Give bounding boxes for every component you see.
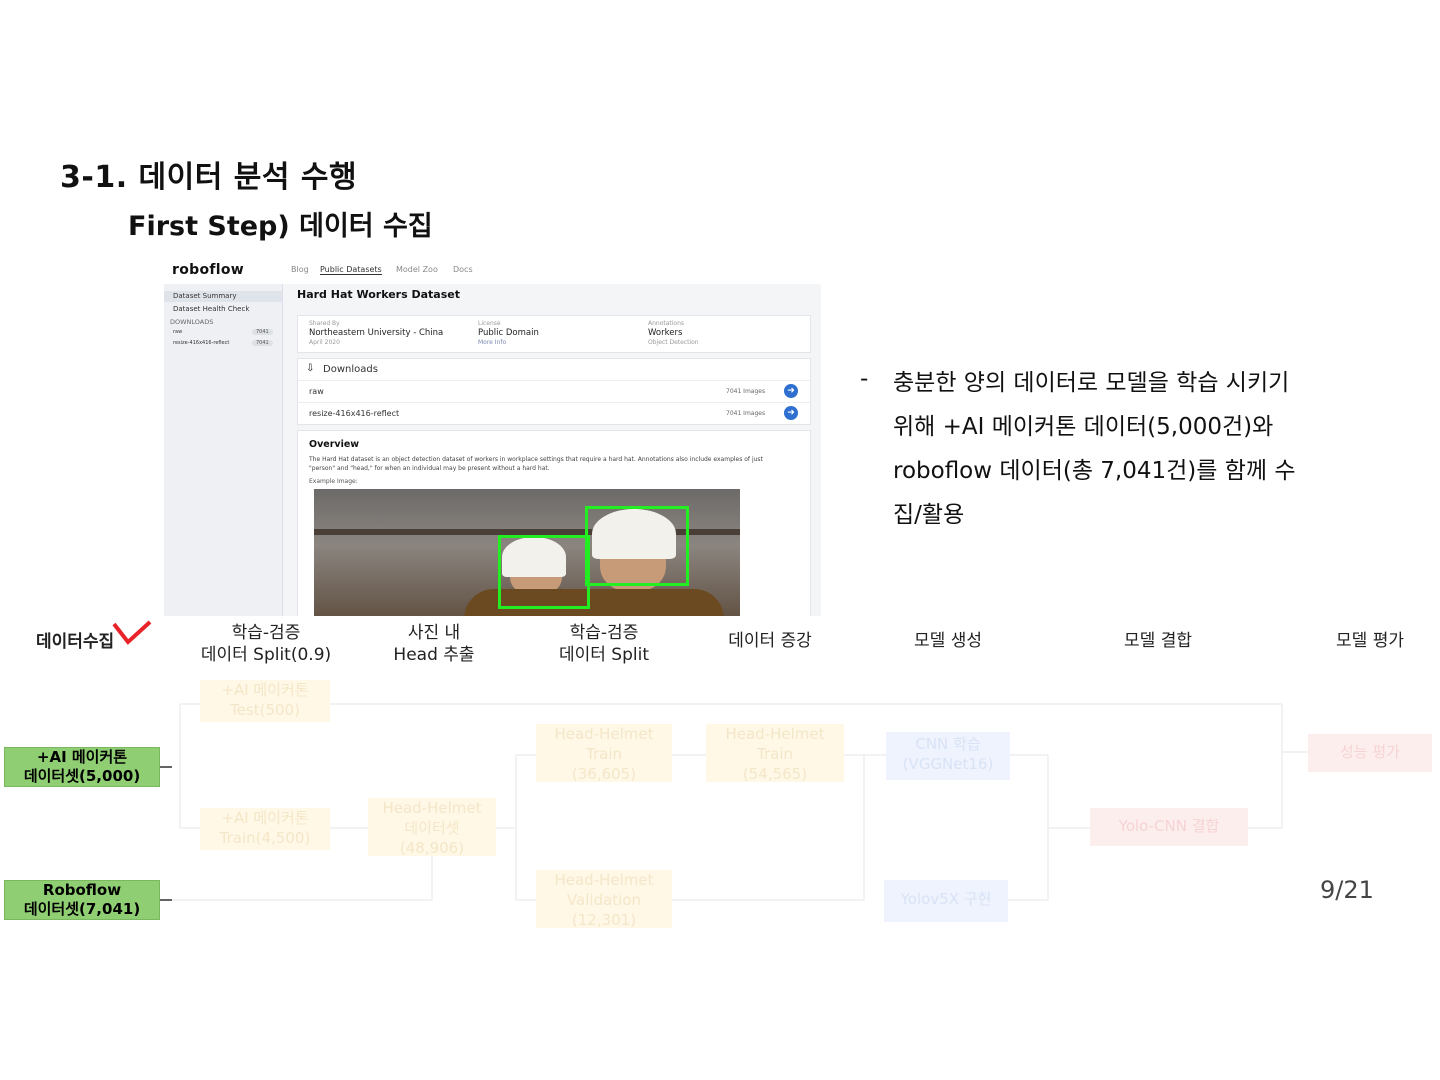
box-cnn-train: CNN 학습 (VGGNet16) — [886, 732, 1010, 780]
box-label: (36,605) — [571, 765, 637, 783]
box-label: CNN 학습 — [915, 735, 981, 753]
stage-augmentation: 데이터 증강 — [728, 631, 812, 651]
stage-head-extract: 사진 내 Head 추출 — [374, 622, 494, 666]
box-label: Head-Helmet — [554, 725, 654, 743]
box-label: 데이터셋 — [404, 819, 460, 837]
box-label: Train — [757, 745, 793, 763]
box-aihack-train: +AI 메이커톤 Train(4,500) — [200, 808, 330, 850]
stage-model-eval: 모델 평가 — [1336, 631, 1404, 651]
box-head-helmet-train: Head-Helmet Train (36,605) — [536, 724, 672, 783]
box-head-helmet-dataset: Head-Helmet 데이터셋 (48,906) — [368, 798, 496, 857]
stage-label: 사진 내 — [407, 623, 461, 643]
box-label: +AI 메이커톤 — [221, 681, 309, 699]
box-label: +AI 메이커톤 — [221, 809, 309, 827]
source-label: 데이터셋(7,041) — [23, 900, 141, 918]
stage-model-build: 모델 생성 — [914, 631, 982, 651]
box-label: Head-Helmet — [382, 799, 482, 817]
stage-label: 데이터 Split(0.9) — [200, 645, 332, 665]
stage-label: 학습-검증 — [231, 623, 301, 643]
box-label: (54,565) — [742, 765, 808, 783]
source-label: Roboflow — [42, 881, 122, 899]
box-aihack-test: +AI 메이커톤 Test(500) — [200, 680, 330, 722]
stage-label: Head 추출 — [393, 645, 475, 665]
box-label: (48,906) — [399, 839, 465, 857]
source-aihack-dataset: +AI 메이커톤 데이터셋(5,000) — [4, 747, 160, 787]
pipeline-connectors — [160, 703, 1308, 901]
box-label: Train — [586, 745, 622, 763]
box-label: Validation — [566, 891, 642, 909]
box-label: Test(500) — [230, 701, 300, 719]
stage-model-combine: 모델 결합 — [1124, 631, 1192, 651]
stage-split: 학습-검증 데이터 Split(0.9) — [196, 622, 336, 666]
box-label: (12,301) — [571, 911, 637, 929]
source-label: 데이터셋(5,000) — [23, 767, 141, 785]
box-label: Head-Helmet — [725, 725, 825, 743]
box-yolo-cnn-combine: Yolo-CNN 결합 — [1090, 808, 1248, 846]
source-roboflow-dataset: Roboflow 데이터셋(7,041) — [4, 880, 160, 920]
stage-label: 학습-검증 — [569, 623, 639, 643]
box-label: (VGGNet16) — [902, 755, 994, 773]
stage-label: 데이터 Split — [558, 645, 650, 665]
box-head-helmet-validation: Head-Helmet Validation (12,301) — [536, 870, 672, 929]
stage-data-collection: 데이터수집 — [36, 632, 115, 652]
stage-split-2: 학습-검증 데이터 Split — [544, 622, 664, 666]
box-augmented-train: Head-Helmet Train (54,565) — [706, 724, 844, 783]
box-yolov5x: Yolov5X 구현 — [884, 880, 1008, 922]
page-number: 9/21 — [1320, 876, 1374, 904]
box-label: Train(4,500) — [219, 829, 311, 847]
box-performance-eval: 성능 평가 — [1308, 734, 1432, 772]
checkmark-icon — [112, 620, 152, 645]
source-label: +AI 메이커톤 — [36, 748, 128, 766]
box-label: Head-Helmet — [554, 871, 654, 889]
